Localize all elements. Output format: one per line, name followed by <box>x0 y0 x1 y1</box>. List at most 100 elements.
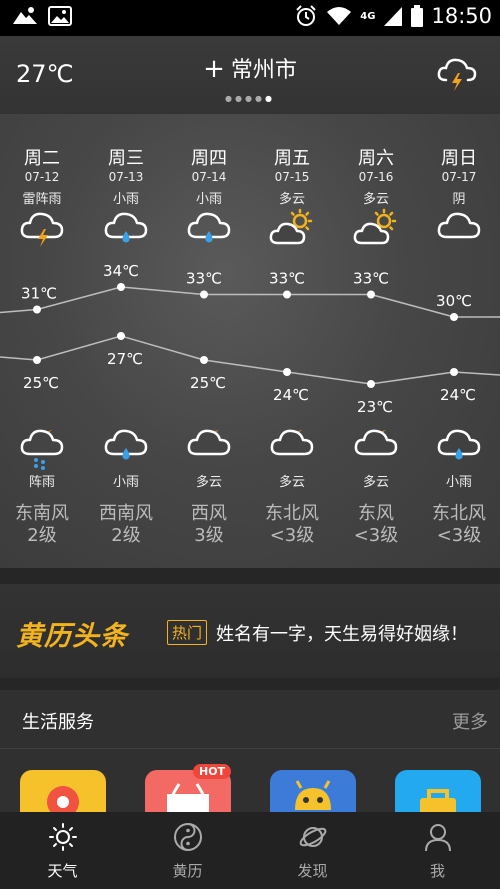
light-rain-icon <box>104 429 148 460</box>
wind-level: <3级 <box>436 525 482 546</box>
page-dot: ● <box>225 94 236 103</box>
nav-tab-weather[interactable]: 天气 <box>0 812 125 889</box>
day-name: 周六 <box>358 148 394 169</box>
nav-label: 我 <box>429 862 445 880</box>
low-temp-label: 25℃ <box>190 374 226 392</box>
high-temp-label: 31℃ <box>21 285 57 303</box>
person-icon <box>424 824 451 852</box>
bottom-nav: 天气 黄历 发现 我 <box>0 812 500 889</box>
thunder-cloud-icon[interactable] <box>436 56 478 92</box>
high-temp-label: 33℃ <box>186 270 222 288</box>
sun-cloud-icon <box>269 208 313 245</box>
low-temp-label: 27℃ <box>107 350 143 368</box>
wind-level: <3级 <box>353 525 399 546</box>
life-services-title: 生活服务 <box>22 712 94 733</box>
divider <box>0 568 500 584</box>
status-bar: 4G 18:50 <box>0 0 500 36</box>
alarm-icon <box>296 5 317 26</box>
life-services: 生活服务 更多 HOT <box>0 690 500 830</box>
nav-label: 发现 <box>297 862 328 880</box>
hot-tag: 热门 <box>167 620 208 645</box>
day-condition: 多云 <box>278 192 305 207</box>
day-date: 07-13 <box>108 170 144 184</box>
night-condition: 多云 <box>195 475 222 490</box>
headline-banner[interactable]: 黄历头条 热门 姓名有一字，天生易得好姻缘！ <box>0 584 500 678</box>
night-condition: 多云 <box>278 475 305 490</box>
clock: 18:50 <box>431 4 492 28</box>
wind-level: <3级 <box>269 525 315 546</box>
night-condition: 多云 <box>362 475 389 490</box>
high-temp-point <box>117 283 125 291</box>
nav-tab-discover[interactable]: 发现 <box>250 812 375 889</box>
sun-cloud-icon <box>353 208 397 245</box>
divider <box>0 678 500 690</box>
signal-icon <box>384 7 403 26</box>
temperature-chart: 31℃ 34℃ 33℃ 33℃ 33℃ 30℃ 25℃ 27℃ 25℃ 24℃ 23℃ 24℃ <box>0 262 500 414</box>
low-temp-label: 23℃ <box>357 398 393 414</box>
page-dot-active: ● <box>264 94 275 103</box>
low-temp-point <box>117 332 125 340</box>
day-condition: 阴 <box>452 192 466 207</box>
wind-level: 3级 <box>194 525 224 546</box>
page-dot: ● <box>254 94 265 103</box>
high-temp-point <box>200 290 208 299</box>
forecast-panel: 31℃ 34℃ 33℃ 33℃ 33℃ 30℃ 25℃ 27℃ 25℃ 24℃ 23℃ 24℃ 周二 0… <box>0 114 500 568</box>
planet-icon <box>299 827 326 847</box>
high-temp-label: 34℃ <box>103 262 139 280</box>
sun-icon <box>48 823 77 851</box>
light-rain-icon <box>187 212 231 243</box>
day-condition: 多云 <box>362 192 389 207</box>
low-temp-line <box>0 335 500 385</box>
day-condition: 雷阵雨 <box>22 192 62 207</box>
night-condition: 阵雨 <box>28 475 55 490</box>
day-name: 周二 <box>24 148 60 169</box>
city-selector[interactable]: + 常州市 <box>0 52 500 84</box>
high-temp-line <box>0 286 500 318</box>
day-date: 07-16 <box>358 170 394 184</box>
night-condition: 小雨 <box>445 475 472 490</box>
day-date: 07-14 <box>191 170 227 184</box>
night-rain-icon <box>20 429 64 470</box>
low-temp-point <box>33 356 41 364</box>
light-rain-icon <box>437 429 481 460</box>
high-temp-label: 30℃ <box>436 292 472 310</box>
day-name: 周日 <box>441 148 477 169</box>
light-rain-icon <box>104 212 148 243</box>
night-cloudy-icon <box>354 429 398 456</box>
mountain-icon <box>13 7 37 24</box>
low-temp-label: 24℃ <box>273 386 309 404</box>
day-name: 周五 <box>274 148 310 169</box>
wind-level: 2级 <box>111 525 141 546</box>
day-condition: 小雨 <box>112 192 139 207</box>
high-temp-point <box>283 290 291 299</box>
city-name: 常州市 <box>230 58 297 83</box>
nav-tab-almanac[interactable]: 黄历 <box>125 812 250 889</box>
low-temp-point <box>450 368 458 376</box>
low-temp-label: 24℃ <box>440 386 476 404</box>
night-cloudy-icon <box>270 429 314 456</box>
thunderstorm-icon <box>20 212 64 247</box>
night-condition: 小雨 <box>112 475 139 490</box>
day-date: 07-12 <box>24 170 60 184</box>
day-name: 周四 <box>191 148 227 169</box>
low-temp-point <box>200 356 208 364</box>
headline-text[interactable]: 姓名有一字，天生易得好姻缘！ <box>216 620 468 646</box>
page-indicator: ●●●●● <box>0 94 500 103</box>
night-cloudy-icon <box>187 429 231 456</box>
high-temp-point <box>33 305 41 314</box>
battery-icon <box>411 5 424 27</box>
cloud-icon <box>437 212 481 239</box>
image-icon <box>48 6 72 26</box>
page-dot: ● <box>245 94 255 103</box>
wifi-icon <box>327 7 352 25</box>
more-link[interactable]: 更多 <box>452 708 488 734</box>
high-temp-point <box>367 290 375 299</box>
day-date: 07-17 <box>441 170 477 184</box>
headline-logo: 黄历头条 <box>16 621 128 652</box>
add-city-icon[interactable]: + <box>203 54 225 84</box>
hot-badge: HOT <box>193 764 232 779</box>
day-condition: 小雨 <box>195 192 222 207</box>
low-temp-point <box>367 380 375 388</box>
nav-tab-me[interactable]: 我 <box>375 812 500 889</box>
wind-level: 2级 <box>27 525 57 546</box>
